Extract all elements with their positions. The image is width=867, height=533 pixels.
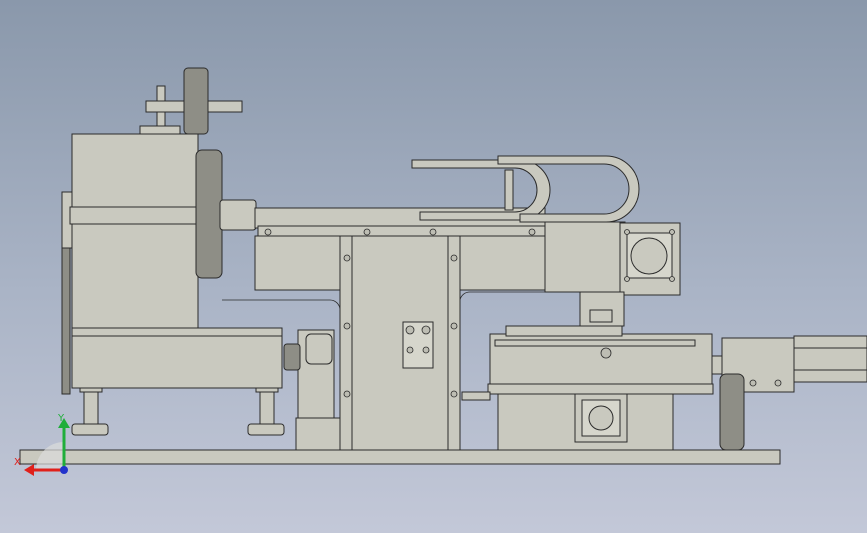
x-axis-label: X [14, 457, 21, 468]
cad-viewport[interactable]: Y X [0, 0, 867, 533]
lower-frame [71, 327, 283, 389]
step-motor-upper [619, 222, 681, 296]
base-plate [19, 449, 781, 465]
mount-bar-left [61, 247, 71, 395]
beam-rail [257, 225, 549, 237]
foot-left [71, 385, 109, 436]
spool-disc [195, 149, 223, 279]
upper-reel [139, 67, 243, 135]
cylinder-actuator [711, 335, 867, 451]
coordinate-triad [24, 418, 70, 476]
main-housing [71, 133, 199, 329]
roller-assembly [283, 329, 341, 451]
y-axis-label: Y [58, 413, 65, 424]
machine-side-view [19, 67, 867, 476]
u-bend-arm [411, 155, 640, 223]
foot-right [247, 385, 285, 436]
step-motor-lower [574, 393, 628, 443]
